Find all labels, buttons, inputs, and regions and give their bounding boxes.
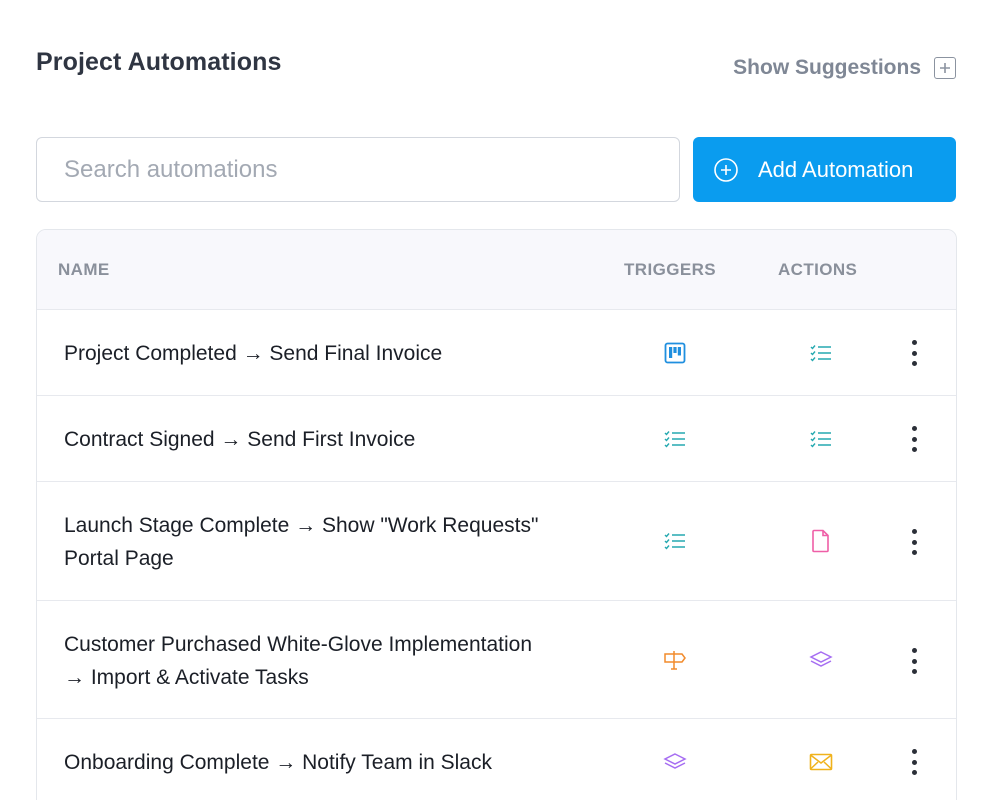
checklist-icon [809, 427, 833, 451]
layers-icon [809, 648, 833, 672]
automation-name-line1: Launch Stage Complete → Show "Work Reque… [64, 514, 539, 537]
envelope-icon [809, 750, 833, 774]
show-suggestions-toggle[interactable]: Show Suggestions [733, 56, 956, 80]
column-header-triggers[interactable]: TRIGGERS [624, 260, 716, 280]
checklist-icon [809, 341, 833, 365]
search-input[interactable] [36, 137, 680, 202]
automation-name-line1: Customer Purchased White-Glove Implement… [64, 633, 533, 656]
automation-name: Contract Signed → Send First Invoice [64, 423, 594, 456]
table-row[interactable]: Project Completed → Send Final Invoice [37, 310, 956, 396]
automation-name: Launch Stage Complete → Show "Work Reque… [64, 509, 594, 575]
automations-table: NAME TRIGGERS ACTIONS Project Completed … [36, 229, 957, 800]
add-automation-label: Add Automation [758, 156, 914, 182]
add-automation-button[interactable]: Add Automation [693, 137, 956, 202]
row-menu-button[interactable] [903, 527, 925, 557]
row-menu-button[interactable] [903, 747, 925, 777]
automation-name-line1: Contract Signed → Send First Invoice [64, 428, 416, 451]
row-menu-button[interactable] [903, 424, 925, 454]
table-row[interactable]: Launch Stage Complete → Show "Work Reque… [37, 482, 956, 601]
plus-circle-icon [713, 157, 739, 183]
table-header: NAME TRIGGERS ACTIONS [37, 230, 956, 310]
signpost-icon [663, 648, 687, 672]
automation-name: Customer Purchased White-Glove Implement… [64, 628, 594, 694]
table-row[interactable]: Customer Purchased White-Glove Implement… [37, 601, 956, 719]
automation-name-line1: Project Completed → Send Final Invoice [64, 342, 443, 365]
plus-square-icon [934, 57, 956, 79]
row-menu-button[interactable] [903, 338, 925, 368]
table-row[interactable]: Contract Signed → Send First Invoice [37, 396, 956, 482]
automation-name-line2: Portal Page [64, 547, 174, 570]
checklist-icon [663, 529, 687, 553]
column-header-actions[interactable]: ACTIONS [778, 260, 857, 280]
automation-name-line1: Onboarding Complete → Notify Team in Sla… [64, 751, 492, 774]
table-row[interactable]: Onboarding Complete → Notify Team in Sla… [37, 719, 956, 800]
kanban-board-icon [663, 341, 687, 365]
column-header-name[interactable]: NAME [58, 260, 110, 280]
automation-name: Project Completed → Send Final Invoice [64, 337, 594, 370]
layers-icon [663, 750, 687, 774]
checklist-icon [663, 427, 687, 451]
row-menu-button[interactable] [903, 646, 925, 676]
automation-name-line2: → Import & Activate Tasks [64, 666, 309, 689]
automation-name: Onboarding Complete → Notify Team in Sla… [64, 746, 594, 779]
show-suggestions-label: Show Suggestions [733, 56, 921, 79]
document-icon [809, 529, 833, 553]
page-title: Project Automations [36, 48, 282, 76]
